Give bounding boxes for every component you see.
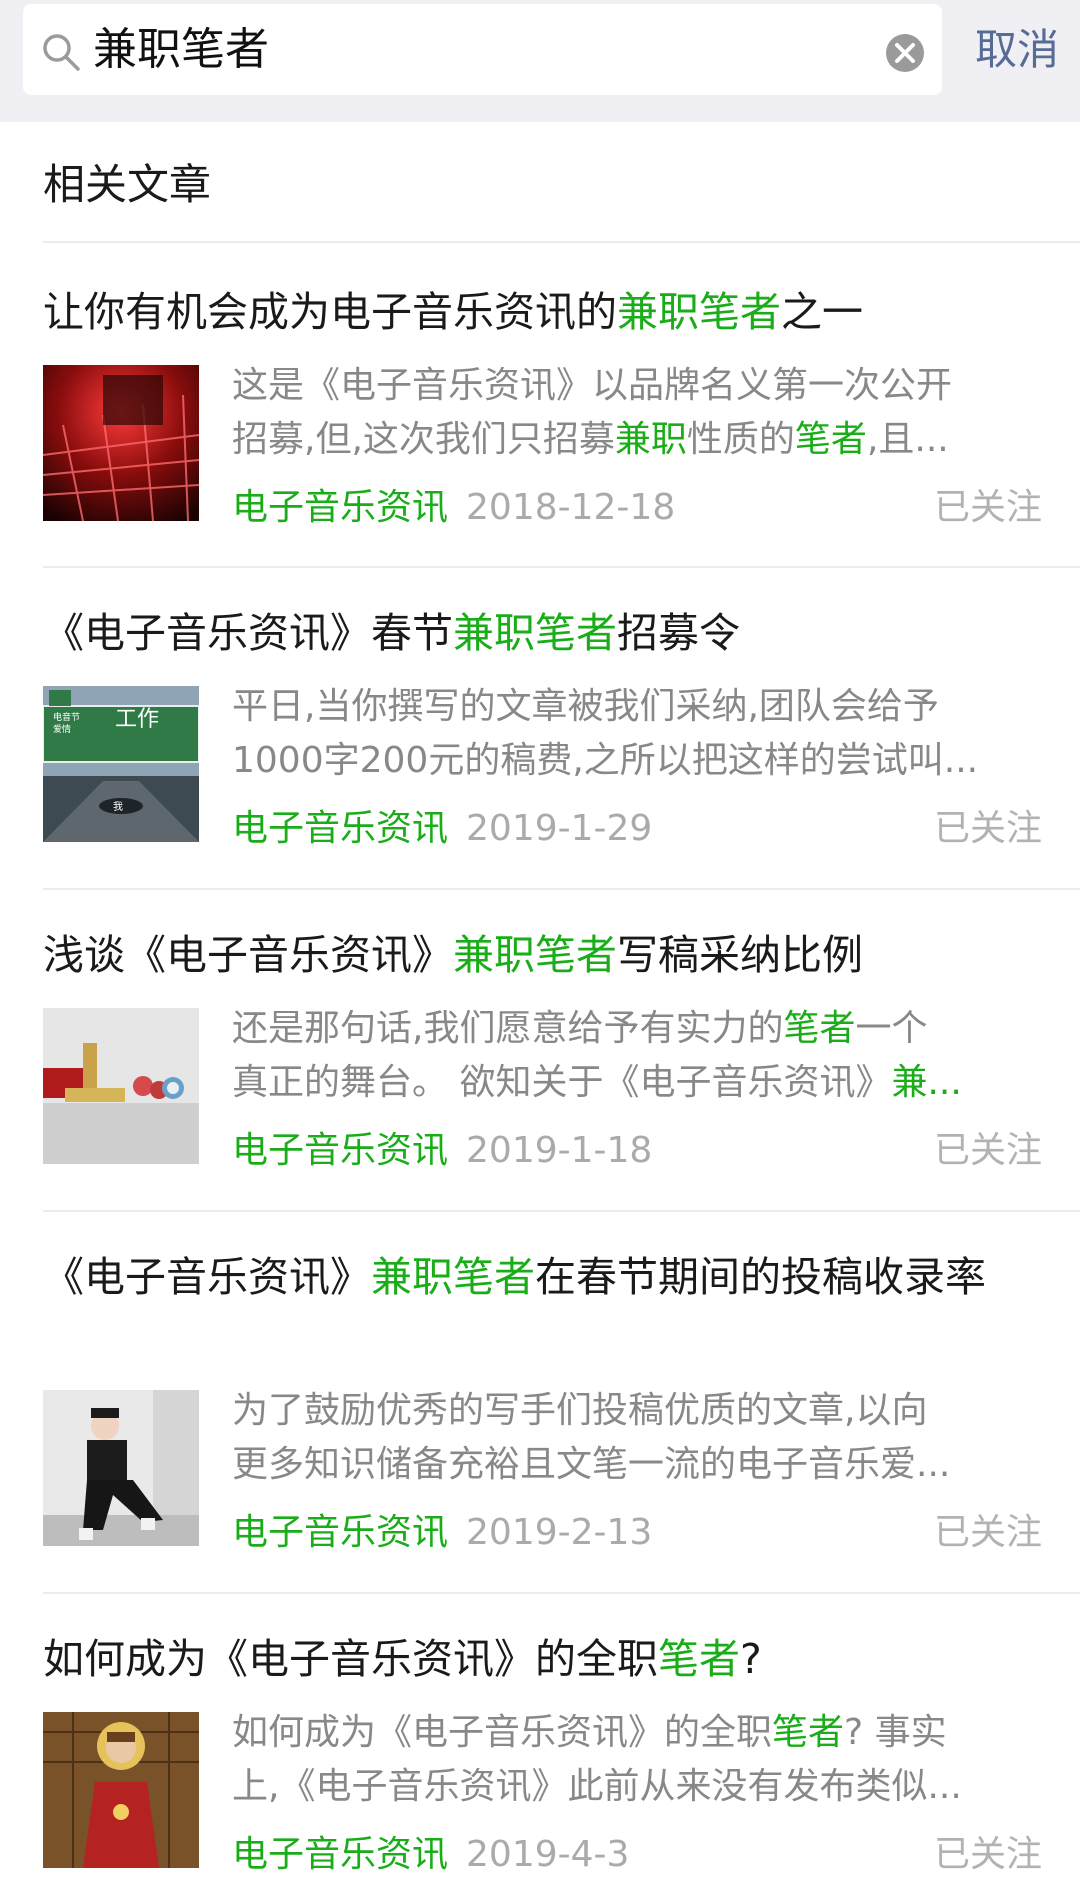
search-bar: 取消: [0, 0, 1080, 122]
highlighted-keyword: 笔者: [783, 1008, 856, 1049]
article-summary: 为了鼓励优秀的写手们投稿优质的文章,以向 更多知识储备充裕且文笔一流的电子音乐爱.…: [232, 1384, 1042, 1492]
text-segment: 在春节期间的投稿收录率: [535, 1253, 986, 1301]
article-thumbnail: 工作 电音节 爱情 我: [43, 686, 199, 842]
text-segment: 招募令: [617, 609, 740, 657]
article-title: 《电子音乐资讯》兼职笔者在春节期间的投稿收录率: [43, 1248, 1053, 1306]
article-item[interactable]: 《电子音乐资讯》春节兼职笔者招募令 工作 电音节 爱情 我 平日,当你撰写的文章…: [0, 568, 1080, 890]
text-segment: 一个: [855, 1008, 928, 1049]
article-meta: 电子音乐资讯 2018-12-18 已关注: [232, 483, 1042, 533]
article-date: 2019-2-13: [466, 1512, 653, 1553]
article-source[interactable]: 电子音乐资讯: [232, 1512, 448, 1553]
article-date: 2019-1-18: [466, 1130, 653, 1171]
article-source[interactable]: 电子音乐资讯: [232, 1130, 448, 1171]
article-summary: 如何成为《电子音乐资讯》的全职笔者? 事实上,《电子音乐资讯》此前从来没有发布类…: [232, 1706, 1042, 1814]
text-segment: 这是《电子音乐资讯》以品牌名义第一次公开: [232, 365, 953, 406]
follow-status: 已关注: [933, 1512, 1042, 1553]
highlighted-keyword: 笔者: [658, 1635, 740, 1683]
text-segment: ?: [740, 1635, 762, 1683]
search-input[interactable]: [93, 4, 873, 95]
person-thumbnail-image: [43, 1390, 199, 1546]
text-segment: 招募,但,这次我们只招募: [232, 419, 615, 460]
follow-status: 已关注: [933, 1834, 1042, 1875]
text-segment: ,且...: [866, 419, 949, 460]
text-segment: 浅谈《电子音乐资讯》: [43, 931, 453, 979]
text-segment: 上,《电子音乐资讯》此前从来没有发布类似...: [232, 1766, 962, 1807]
article-summary: 还是那句话,我们愿意给予有实力的笔者一个 真正的舞台。 欲知关于《电子音乐资讯》兼…: [232, 1002, 1042, 1110]
article-title: 《电子音乐资讯》春节兼职笔者招募令: [43, 604, 1053, 662]
article-thumbnail: [43, 1712, 199, 1868]
summary-line: 更多知识储备充裕且文笔一流的电子音乐爱...: [232, 1438, 1042, 1492]
text-segment: 《电子音乐资讯》春节: [43, 609, 453, 657]
highlighted-keyword: 兼职笔者: [453, 609, 617, 657]
summary-line: 真正的舞台。 欲知关于《电子音乐资讯》兼...: [232, 1056, 1042, 1110]
article-item[interactable]: 让你有机会成为电子音乐资讯的兼职笔者之一 这是《电子音乐资讯》以品牌名义第一次公…: [0, 243, 1080, 568]
highlighted-keyword: 兼职笔者: [453, 931, 617, 979]
article-item[interactable]: 《电子音乐资讯》兼职笔者在春节期间的投稿收录率 为了鼓励优秀的写手们投稿优质的文…: [0, 1212, 1080, 1592]
article-item[interactable]: 如何成为《电子音乐资讯》的全职笔者? 如何成为《电子音乐资讯》的全职笔者? 事实…: [0, 1594, 1080, 1875]
summary-line: 这是《电子音乐资讯》以品牌名义第一次公开: [232, 359, 1042, 413]
text-segment: 1000字200元的稿费,之所以把这样的尝试叫...: [232, 740, 979, 781]
highlighted-keyword: 兼职笔者: [371, 1253, 535, 1301]
highlighted-keyword: 兼职笔者: [617, 288, 781, 336]
summary-line: 如何成为《电子音乐资讯》的全职笔者? 事实: [232, 1706, 1042, 1760]
article-summary: 这是《电子音乐资讯》以品牌名义第一次公开 招募,但,这次我们只招募兼职性质的笔者,…: [232, 359, 1042, 467]
text-segment: 为了鼓励优秀的写手们投稿优质的文章,以向: [232, 1390, 928, 1431]
red-neon-thumbnail-image: [43, 365, 199, 521]
follow-status: 已关注: [933, 808, 1042, 849]
follow-status: 已关注: [933, 487, 1042, 528]
text-segment: 写稿采纳比例: [617, 931, 863, 979]
article-date: 2019-1-29: [466, 808, 653, 849]
highlighted-keyword: 兼...: [891, 1062, 962, 1103]
summary-line: 为了鼓励优秀的写手们投稿优质的文章,以向: [232, 1384, 1042, 1438]
article-source[interactable]: 电子音乐资讯: [232, 487, 448, 528]
sign-text-work: 工作: [115, 707, 159, 732]
article-thumbnail: [43, 365, 199, 521]
article-item[interactable]: 浅谈《电子音乐资讯》兼职笔者写稿采纳比例 还是那句话,我们愿意给予有实力的笔者一…: [0, 890, 1080, 1212]
text-segment: 真正的舞台。 欲知关于《电子音乐资讯》: [232, 1062, 892, 1103]
clear-icon[interactable]: [883, 31, 927, 75]
article-source[interactable]: 电子音乐资讯: [232, 808, 448, 849]
sign-text-festival: 电音节: [53, 711, 80, 723]
car-text-me: 我: [113, 801, 123, 813]
article-thumbnail: [43, 1008, 199, 1164]
text-segment: 如何成为《电子音乐资讯》的全职: [232, 1712, 773, 1753]
article-meta: 电子音乐资讯 2019-2-13 已关注: [232, 1508, 1042, 1558]
highlighted-keyword: 兼职: [614, 419, 687, 460]
text-segment: 之一: [781, 288, 863, 336]
highlighted-keyword: 笔者: [794, 419, 867, 460]
text-segment: ? 事实: [844, 1712, 947, 1753]
section-title: 相关文章: [43, 160, 212, 209]
summary-line: 平日,当你撰写的文章被我们采纳,团队会给予: [232, 680, 1042, 734]
article-summary: 平日,当你撰写的文章被我们采纳,团队会给予 1000字200元的稿费,之所以把这样…: [232, 680, 1042, 788]
article-thumbnail: [43, 1390, 199, 1546]
sign-text-love: 爱情: [53, 723, 71, 735]
summary-line: 还是那句话,我们愿意给予有实力的笔者一个: [232, 1002, 1042, 1056]
text-segment: 更多知识储备充裕且文笔一流的电子音乐爱...: [232, 1444, 951, 1485]
religious-painting-thumbnail-image: [43, 1712, 199, 1868]
text-segment: 性质的: [686, 419, 795, 460]
summary-line: 招募,但,这次我们只招募兼职性质的笔者,且...: [232, 413, 1042, 467]
search-icon: [41, 32, 81, 72]
text-segment: 平日,当你撰写的文章被我们采纳,团队会给予: [232, 686, 939, 727]
article-title: 让你有机会成为电子音乐资讯的兼职笔者之一: [43, 283, 1053, 341]
search-box[interactable]: [23, 4, 942, 95]
summary-line: 上,《电子音乐资讯》此前从来没有发布类似...: [232, 1760, 1042, 1814]
text-segment: 还是那句话,我们愿意给予有实力的: [232, 1008, 784, 1049]
article-meta: 电子音乐资讯 2019-1-29 已关注: [232, 804, 1042, 854]
text-segment: 《电子音乐资讯》: [43, 1253, 371, 1301]
article-meta: 电子音乐资讯 2019-4-3 已关注: [232, 1830, 1042, 1880]
highway-sign-thumbnail-image: 工作 电音节 爱情 我: [43, 686, 199, 842]
text-segment: 让你有机会成为电子音乐资讯的: [43, 288, 617, 336]
article-meta: 电子音乐资讯 2019-1-18 已关注: [232, 1126, 1042, 1176]
follow-status: 已关注: [933, 1130, 1042, 1171]
article-date: 2018-12-18: [466, 487, 676, 528]
text-segment: 如何成为《电子音乐资讯》的全职: [43, 1635, 658, 1683]
article-title: 如何成为《电子音乐资讯》的全职笔者?: [43, 1630, 1053, 1688]
article-title: 浅谈《电子音乐资讯》兼职笔者写稿采纳比例: [43, 926, 1053, 984]
still-life-thumbnail-image: [43, 1008, 199, 1164]
cancel-button[interactable]: 取消: [962, 4, 1072, 95]
summary-line: 1000字200元的稿费,之所以把这样的尝试叫...: [232, 734, 1042, 788]
highlighted-keyword: 笔者: [772, 1712, 845, 1753]
